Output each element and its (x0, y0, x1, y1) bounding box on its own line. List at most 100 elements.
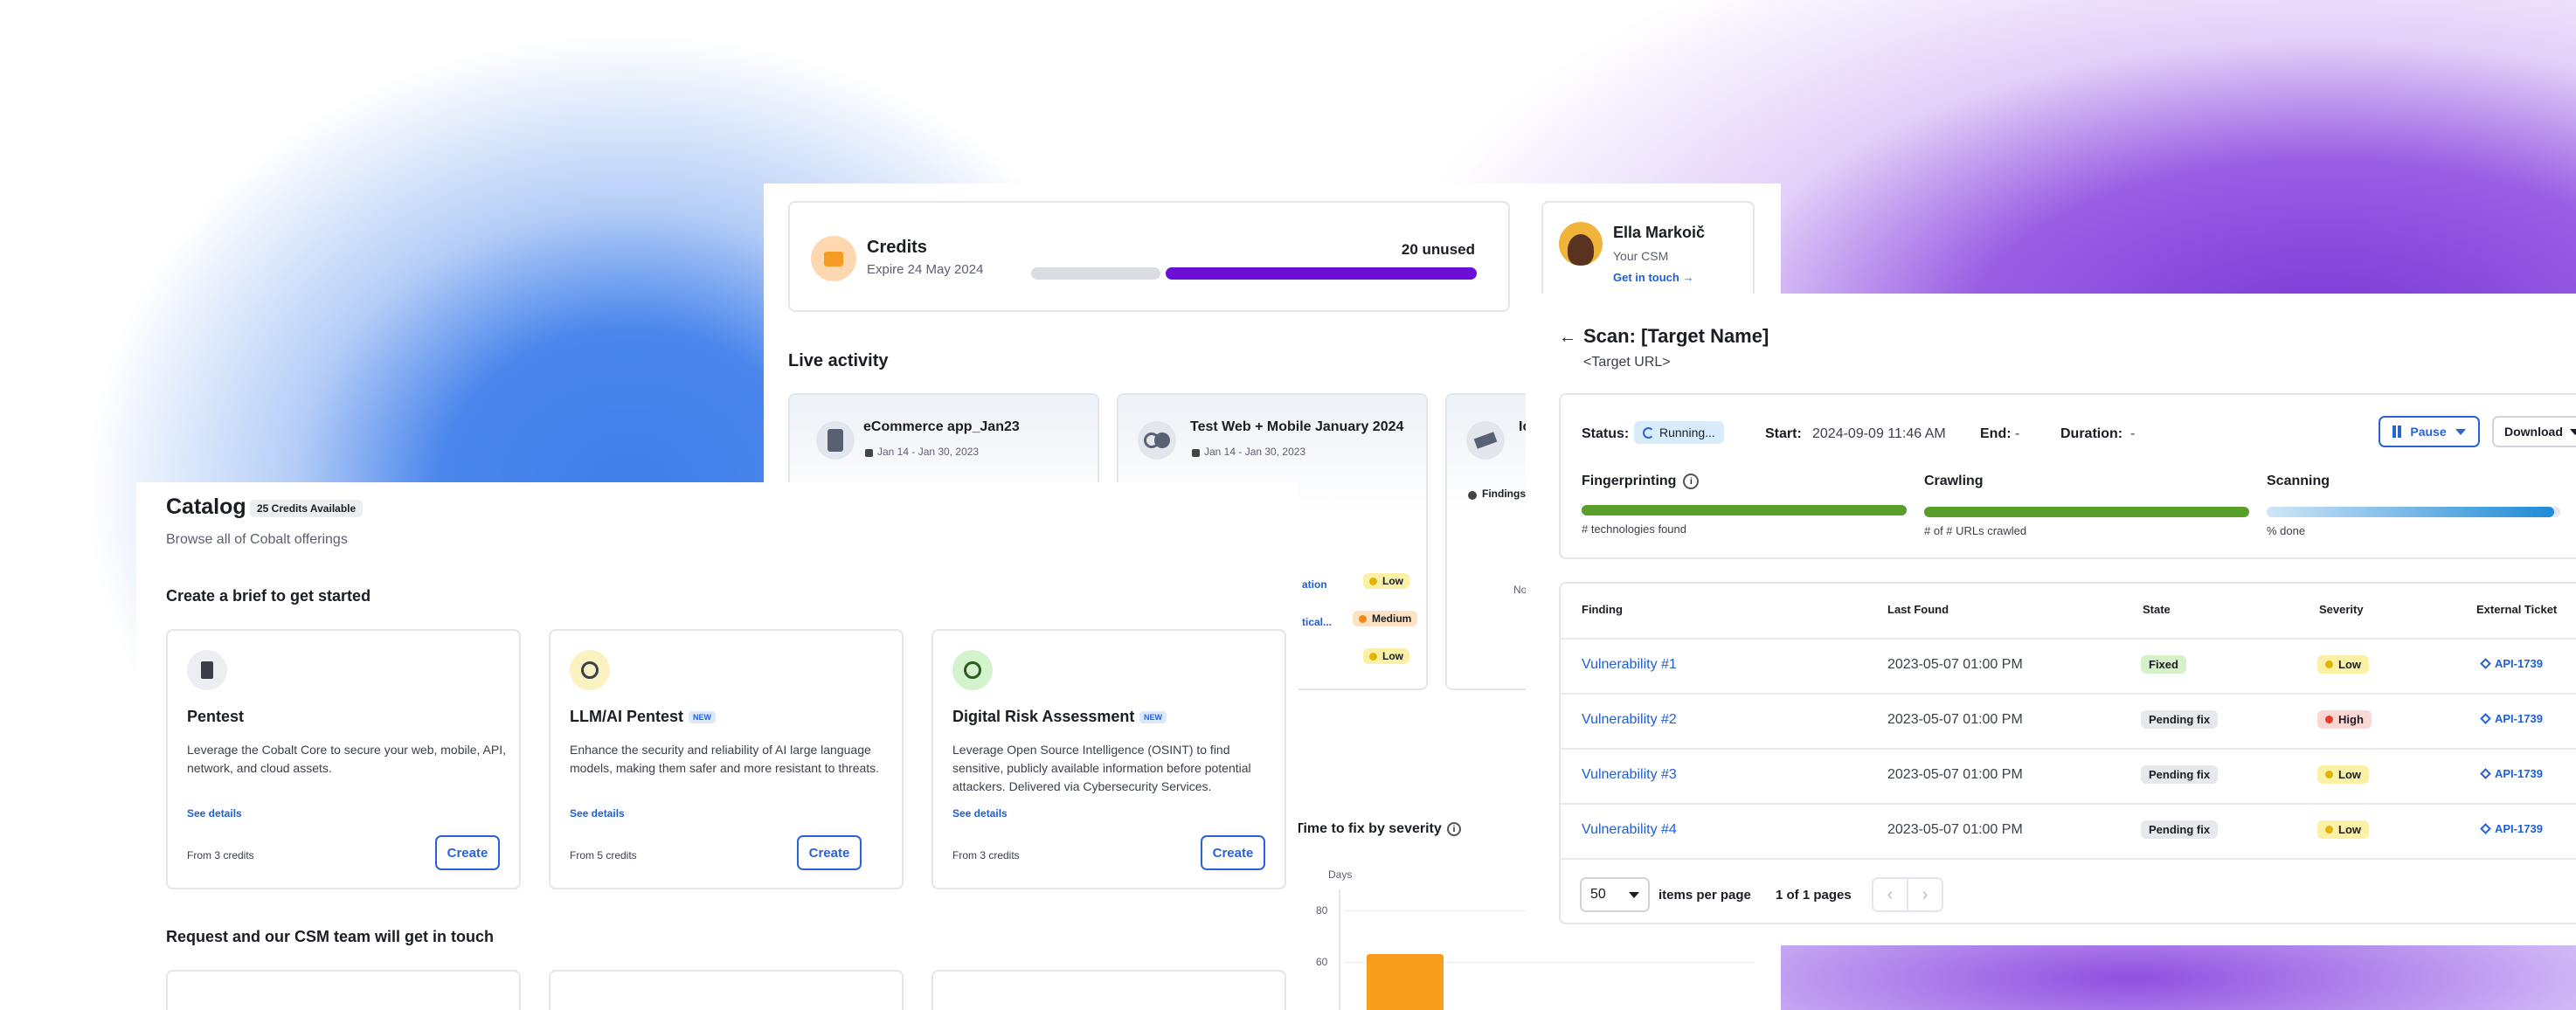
severity-badge: Low (2317, 820, 2369, 839)
table-header-row: Finding Last Found State Severity Extern… (1561, 584, 2576, 638)
credits-title: Credits (867, 238, 927, 257)
ttf-ylabel: Days (1328, 868, 1353, 881)
scan-status-card: Status: Running... Start: 2024-09-09 11:… (1559, 393, 2576, 559)
see-details-link[interactable]: See details (952, 807, 1008, 820)
avatar (1559, 222, 1603, 266)
catalog-card-pentest: Pentest Leverage the Cobalt Core to secu… (166, 629, 521, 889)
severity-badge-low: Low (1363, 648, 1409, 664)
ttf-title: Time to fix by severity (1295, 821, 1442, 836)
catalog-card-credits: From 5 credits (570, 849, 637, 861)
jira-icon (2480, 823, 2491, 834)
column-header[interactable]: External Ticket (2476, 603, 2557, 616)
start-label: Start: (1765, 426, 1802, 441)
credits-available-badge: 25 Credits Available (250, 500, 364, 517)
credits-progress-bar (1031, 267, 1477, 280)
severity-badge-medium: Medium (1353, 611, 1418, 626)
column-header[interactable]: Severity (2319, 603, 2364, 616)
info-icon[interactable]: i (1683, 474, 1700, 489)
csm-get-in-touch-link[interactable]: Get in touch → (1613, 271, 1693, 284)
overlap-icon (1138, 421, 1176, 460)
catalog-card-credits: From 3 credits (952, 849, 1020, 861)
phase-progress-fill (1924, 507, 2249, 517)
ticket-link[interactable]: API-1739 (2480, 657, 2543, 670)
credits-expire: Expire 24 May 2024 (867, 262, 984, 277)
next-page-button[interactable]: › (1907, 877, 1943, 912)
column-header[interactable]: Last Found (1887, 603, 1949, 616)
catalog-card-desc: Enhance the security and reliability of … (570, 743, 880, 775)
scan-title: Scan: [Target Name] (1583, 325, 1769, 347)
pause-button[interactable]: Pause (2379, 416, 2480, 447)
spinner-icon (1643, 426, 1654, 439)
hero-stage: Credits Expire 24 May 2024 20 unused Ell… (0, 0, 2576, 1010)
findings-label: Findings (1482, 488, 1526, 500)
ticket-link[interactable]: API-1739 (2480, 712, 2543, 725)
column-header[interactable]: Finding (1582, 603, 1623, 616)
create-button[interactable]: Create (1201, 835, 1265, 870)
table-row[interactable]: Vulnerability #1 2023-05-07 01:00 PM Fix… (1561, 640, 2576, 693)
phase-fingerprinting: Fingerprinting i # technologies found (1582, 474, 1907, 536)
scan-panel: ← Scan: [Target Name] <Target URL> Statu… (1526, 294, 2576, 945)
finding-link[interactable]: Vulnerability #2 (1582, 712, 1677, 728)
column-header[interactable]: State (2143, 603, 2171, 616)
table-row[interactable]: Vulnerability #3 2023-05-07 01:00 PM Pen… (1561, 750, 2576, 803)
table-row[interactable]: Vulnerability #4 2023-05-07 01:00 PM Pen… (1561, 805, 2576, 858)
jira-icon (2480, 713, 2491, 724)
duration-value: - (2130, 426, 2136, 441)
ttf-bar (1367, 954, 1444, 1010)
phase-sub: # technologies found (1582, 522, 1686, 536)
scan-target-url: <Target URL> (1583, 355, 1671, 370)
pause-icon (2392, 425, 2402, 438)
chevron-down-icon (1629, 891, 1639, 898)
live-card-name: eCommerce app_Jan23 (863, 419, 1020, 434)
phase-sub: # of # URLs crawled (1924, 524, 2027, 537)
section-request: Request and our CSM team will get in tou… (166, 928, 495, 945)
findings-table: Finding Last Found State Severity Extern… (1559, 582, 2576, 924)
end-value: - (2015, 426, 2020, 441)
finding-link[interactable]: Vulnerability #3 (1582, 767, 1677, 783)
status-badge: Running... (1634, 421, 1724, 444)
phase-progress-track (2267, 507, 2560, 517)
last-found: 2023-05-07 01:00 PM (1887, 767, 2023, 782)
brain-chip-icon (570, 650, 610, 690)
finding-link[interactable]: ation (1302, 578, 1327, 591)
chevron-down-icon (2455, 428, 2466, 435)
finding-link[interactable]: Vulnerability #4 (1582, 822, 1677, 838)
chevron-down-icon (2569, 428, 2576, 435)
phase-progress-track (1924, 507, 2249, 517)
globe-icon (952, 650, 993, 690)
finding-link[interactable]: tical... (1302, 616, 1332, 628)
severity-badge: Low (2317, 765, 2369, 784)
end-label: End: (1980, 426, 2012, 441)
catalog-title: Catalog (166, 495, 246, 519)
see-details-link[interactable]: See details (187, 807, 242, 820)
pages-info: 1 of 1 pages (1776, 888, 1852, 903)
calendar-icon (865, 449, 873, 457)
per-page-select[interactable]: 50 (1580, 877, 1650, 912)
catalog-card-title: LLM/AI Pentest (570, 708, 684, 725)
create-button[interactable]: Create (435, 835, 500, 870)
live-card-dates: Jan 14 - Jan 30, 2023 (1204, 446, 1306, 458)
see-details-link[interactable]: See details (570, 807, 625, 820)
ticket-link[interactable]: API-1739 (2480, 822, 2543, 835)
start-value: 2024-09-09 11:46 AM (1812, 426, 1946, 441)
back-arrow-icon[interactable]: ← (1557, 327, 1578, 348)
state-badge: Pending fix (2141, 765, 2219, 784)
catalog-card-desc: Leverage the Cobalt Core to secure your … (187, 743, 506, 775)
jira-icon (2480, 768, 2491, 779)
prev-page-button[interactable]: ‹ (1872, 877, 1908, 912)
download-button[interactable]: Download (2492, 416, 2576, 447)
calendar-icon (1192, 449, 1200, 457)
request-card (931, 970, 1286, 1010)
ticket-link[interactable]: API-1739 (2480, 767, 2543, 780)
catalog-card-dra: Digital Risk Assessment NEW Leverage Ope… (931, 629, 1286, 889)
csm-name: Ella Markoič (1613, 224, 1706, 241)
csm-role: Your CSM (1613, 249, 1669, 263)
table-row[interactable]: Vulnerability #2 2023-05-07 01:00 PM Pen… (1561, 695, 2576, 748)
camera-icon (1466, 421, 1505, 460)
severity-badge-low: Low (1363, 573, 1409, 589)
create-button[interactable]: Create (797, 835, 862, 870)
server-lock-icon (187, 650, 227, 690)
catalog-subtitle: Browse all of Cobalt offerings (166, 532, 348, 547)
status-label: Status: (1582, 426, 1630, 441)
finding-link[interactable]: Vulnerability #1 (1582, 657, 1677, 673)
